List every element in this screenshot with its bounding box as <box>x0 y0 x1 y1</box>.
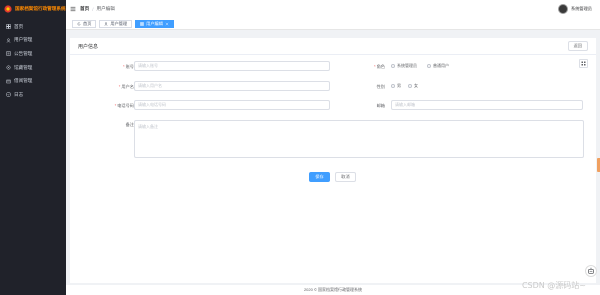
tag-label: 首页 <box>83 20 92 26</box>
sidebar-item-log[interactable]: 日志 <box>0 88 66 102</box>
save-button[interactable]: 保存 <box>309 172 330 182</box>
user-icon <box>6 38 11 43</box>
topbar: 首页 / 用户编辑 系统管理员 <box>66 0 600 18</box>
logo-icon <box>4 5 12 13</box>
avatar[interactable] <box>558 4 569 14</box>
account-label: *账号 <box>122 64 134 69</box>
back-button[interactable]: 返回 <box>567 41 588 51</box>
cancel-button[interactable]: 取消 <box>335 172 356 182</box>
expand-icon <box>581 61 586 66</box>
help-button[interactable] <box>585 265 597 277</box>
sidebar-item-users[interactable]: 用户管理 <box>0 34 66 48</box>
account-input[interactable]: 请输入账号 <box>134 61 330 71</box>
notice-icon <box>6 51 11 57</box>
role-label: *角色 <box>373 64 385 69</box>
breadcrumb: 首页 / 用户编辑 <box>80 6 115 12</box>
radio-dot[interactable] <box>427 64 431 68</box>
email-input[interactable]: 请输入邮箱 <box>391 100 583 110</box>
sidebar-item-label: 馆藏管理 <box>14 64 33 70</box>
sidebar-item-label: 公告管理 <box>14 50 33 56</box>
radio-dot[interactable] <box>391 84 395 88</box>
breadcrumb-home[interactable]: 首页 <box>80 6 89 12</box>
username: 系统管理员 <box>571 6 592 11</box>
username-input[interactable]: 请输入用户名 <box>134 81 330 91</box>
radio-dot[interactable] <box>408 84 412 88</box>
fullscreen-button[interactable] <box>579 59 588 68</box>
refresh-icon <box>77 21 81 25</box>
footer: 2020 © 国家档案馆行政管理系统 <box>66 285 600 295</box>
footer-copyright: 2020 © 国家档案馆行政管理系统 <box>303 287 363 292</box>
phone-input[interactable]: 请输入电话号码 <box>134 100 330 110</box>
user-icon <box>104 21 108 26</box>
brand-title: 国家档案馆行政管理系统 <box>15 6 66 11</box>
username-label: *用户名 <box>118 84 134 89</box>
remark-textarea[interactable]: 请输入备注 <box>134 120 584 158</box>
tag-user-management[interactable]: 用户管理 <box>99 19 133 28</box>
gender-radio-female[interactable]: 女 <box>408 83 418 89</box>
watermark: CSDN @源码站~ <box>521 281 586 290</box>
user-info-card: 用户信息 返回 *账号 请输入账号 *角色 系统管理员 普通用户 *用户名 请输… <box>70 38 596 283</box>
tags-view: 首页 用户管理 用户编辑 <box>66 18 600 30</box>
sidebar-item-borrow[interactable]: 借阅管理 <box>0 74 66 88</box>
menu-fold-icon <box>70 6 76 12</box>
email-label: 邮箱 <box>376 103 385 108</box>
grid-icon <box>140 21 144 26</box>
borrow-icon <box>6 79 11 83</box>
sidebar-item-home[interactable]: 首页 <box>0 20 66 34</box>
role-radio-admin[interactable]: 系统管理员 <box>391 63 417 69</box>
user-menu[interactable]: 系统管理员 <box>558 4 592 14</box>
robot-icon <box>588 267 594 274</box>
sidebar: 国家档案馆行政管理系统 首页 用户管理 公告管理 馆藏管理 借阅管理 日志 <box>0 0 66 295</box>
gender-radio-male[interactable]: 男 <box>391 83 401 89</box>
sidebar-item-label: 首页 <box>14 23 24 29</box>
tag-label: 用户编辑 <box>146 20 163 26</box>
sidebar-item-label: 日志 <box>14 91 24 97</box>
sidebar-item-notices[interactable]: 公告管理 <box>0 47 66 61</box>
hamburger-button[interactable] <box>66 0 80 18</box>
sidebar-menu: 首页 用户管理 公告管理 馆藏管理 借阅管理 日志 <box>0 20 66 102</box>
phone-label: *电话号码 <box>114 103 134 108</box>
log-icon <box>6 92 11 97</box>
tag-user-edit[interactable]: 用户编辑 <box>135 19 174 28</box>
radio-dot[interactable] <box>391 64 395 68</box>
role-radio-user[interactable]: 普通用户 <box>427 63 449 69</box>
dashboard-icon <box>6 24 11 30</box>
close-icon[interactable] <box>165 22 169 26</box>
gender-label: 性别 <box>376 84 385 89</box>
card-title: 用户信息 <box>78 43 99 50</box>
breadcrumb-separator: / <box>92 6 94 12</box>
breadcrumb-current: 用户编辑 <box>96 6 115 11</box>
sidebar-item-label: 借阅管理 <box>14 78 33 84</box>
tag-label: 用户管理 <box>110 20 128 26</box>
sidebar-item-label: 用户管理 <box>14 37 33 43</box>
brand[interactable]: 国家档案馆行政管理系统 <box>0 0 66 18</box>
card-header: 用户信息 <box>70 38 596 55</box>
archive-icon <box>6 65 11 70</box>
remark-label: 备注 <box>125 122 134 127</box>
sidebar-item-archive[interactable]: 馆藏管理 <box>0 61 66 75</box>
tag-home[interactable]: 首页 <box>72 19 97 28</box>
